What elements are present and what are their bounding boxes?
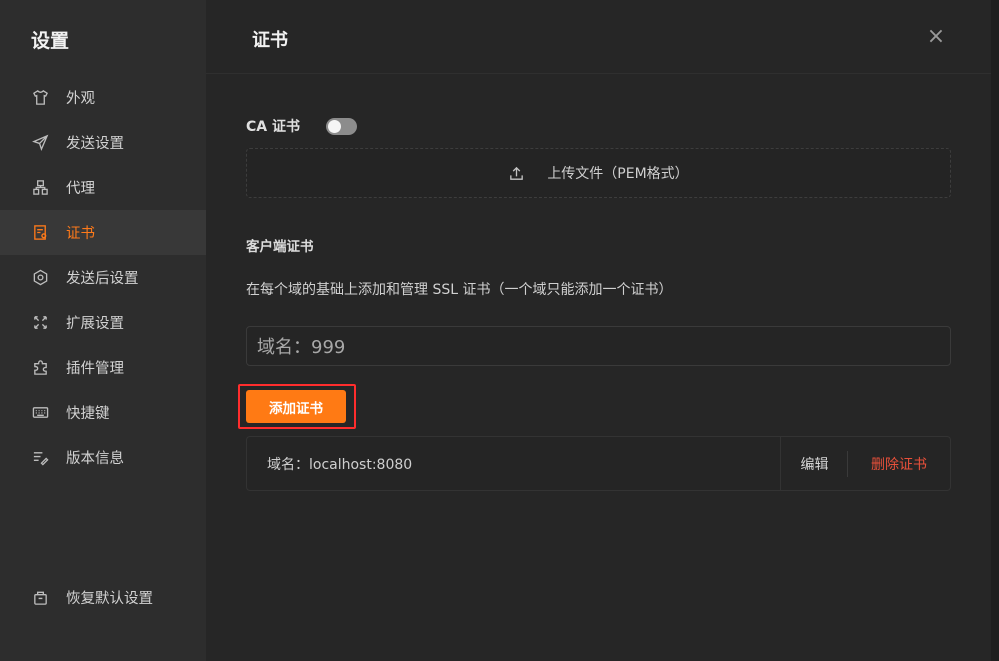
sidebar-item-label: 代理: [66, 181, 95, 197]
reset-defaults: 恢复默认设置: [0, 575, 206, 620]
version-icon: [31, 449, 49, 467]
puzzle-icon: [31, 359, 49, 377]
sidebar-item-label: 发送设置: [66, 136, 124, 152]
sidebar-item-label: 外观: [66, 91, 95, 107]
sidebar-item-send-settings[interactable]: 发送设置: [0, 120, 206, 165]
sidebar-item-certificate[interactable]: 证书: [0, 210, 206, 255]
sidebar-item-label: 证书: [66, 226, 95, 242]
sidebar-item-extension[interactable]: 扩展设置: [0, 300, 206, 345]
keyboard-icon: [31, 404, 49, 422]
page-header: 证书 ×: [206, 0, 991, 74]
sidebar-item-shortcuts[interactable]: 快捷键: [0, 390, 206, 435]
sidebar-item-version[interactable]: 版本信息: [0, 435, 206, 480]
client-certificate-description: 在每个域的基础上添加和管理 SSL 证书（一个域只能添加一个证书）: [246, 282, 673, 298]
sidebar-title: 设置: [31, 30, 70, 52]
sidebar-item-appearance[interactable]: 外观: [0, 75, 206, 120]
sidebar-item-label: 扩展设置: [66, 316, 124, 332]
certificate-icon: [31, 224, 49, 242]
sidebar-nav: 外观 发送设置 代理 证书 发送后设置 扩展设置 插件管理 快捷键 版本信息: [0, 75, 206, 480]
sidebar-item-label: 快捷键: [66, 406, 110, 422]
certificate-actions: 编辑 删除证书: [780, 437, 950, 490]
sidebar-item-label: 插件管理: [66, 361, 124, 377]
upload-icon: [508, 165, 525, 182]
close-icon[interactable]: ×: [925, 26, 947, 48]
add-certificate-button[interactable]: 添加证书: [246, 390, 346, 423]
shirt-icon: [31, 89, 49, 107]
sidebar-item-plugins[interactable]: 插件管理: [0, 345, 206, 390]
reset-icon: [31, 589, 49, 607]
upload-label: 上传文件（PEM格式）: [547, 166, 689, 182]
delete-certificate-button[interactable]: 删除证书: [848, 454, 950, 474]
sidebar-item-proxy[interactable]: 代理: [0, 165, 206, 210]
certificate-domain: 域名：localhost:8080: [267, 456, 413, 473]
ca-certificate-toggle[interactable]: [325, 117, 357, 135]
sidebar: 设置 外观 发送设置 代理 证书 发送后设置 扩展设置 插件管理 快捷键 版本信…: [0, 0, 206, 661]
send-icon: [31, 134, 49, 152]
reset-defaults-label: 恢复默认设置: [66, 591, 153, 607]
client-certificate-title: 客户端证书: [246, 239, 314, 255]
settings-window: 设置 外观 发送设置 代理 证书 发送后设置 扩展设置 插件管理 快捷键 版本信…: [0, 0, 991, 661]
ca-certificate-row: CA 证书: [246, 116, 357, 136]
reset-defaults-button[interactable]: 恢复默认设置: [0, 575, 206, 620]
certificate-list-item: 域名：localhost:8080 编辑 删除证书: [246, 436, 951, 491]
expand-icon: [31, 314, 49, 332]
toggle-knob: [327, 119, 341, 133]
edit-certificate-button[interactable]: 编辑: [781, 450, 848, 477]
upload-pem-button[interactable]: 上传文件（PEM格式）: [246, 148, 951, 198]
sidebar-item-label: 发送后设置: [66, 271, 139, 287]
settings-hex-icon: [31, 269, 49, 287]
highlight-box: 添加证书: [238, 384, 356, 429]
sidebar-item-post-send[interactable]: 发送后设置: [0, 255, 206, 300]
ca-certificate-label: CA 证书: [246, 119, 300, 135]
proxy-icon: [31, 179, 49, 197]
page-title: 证书: [252, 30, 288, 51]
sidebar-item-label: 版本信息: [66, 451, 124, 467]
domain-input[interactable]: [246, 326, 951, 366]
